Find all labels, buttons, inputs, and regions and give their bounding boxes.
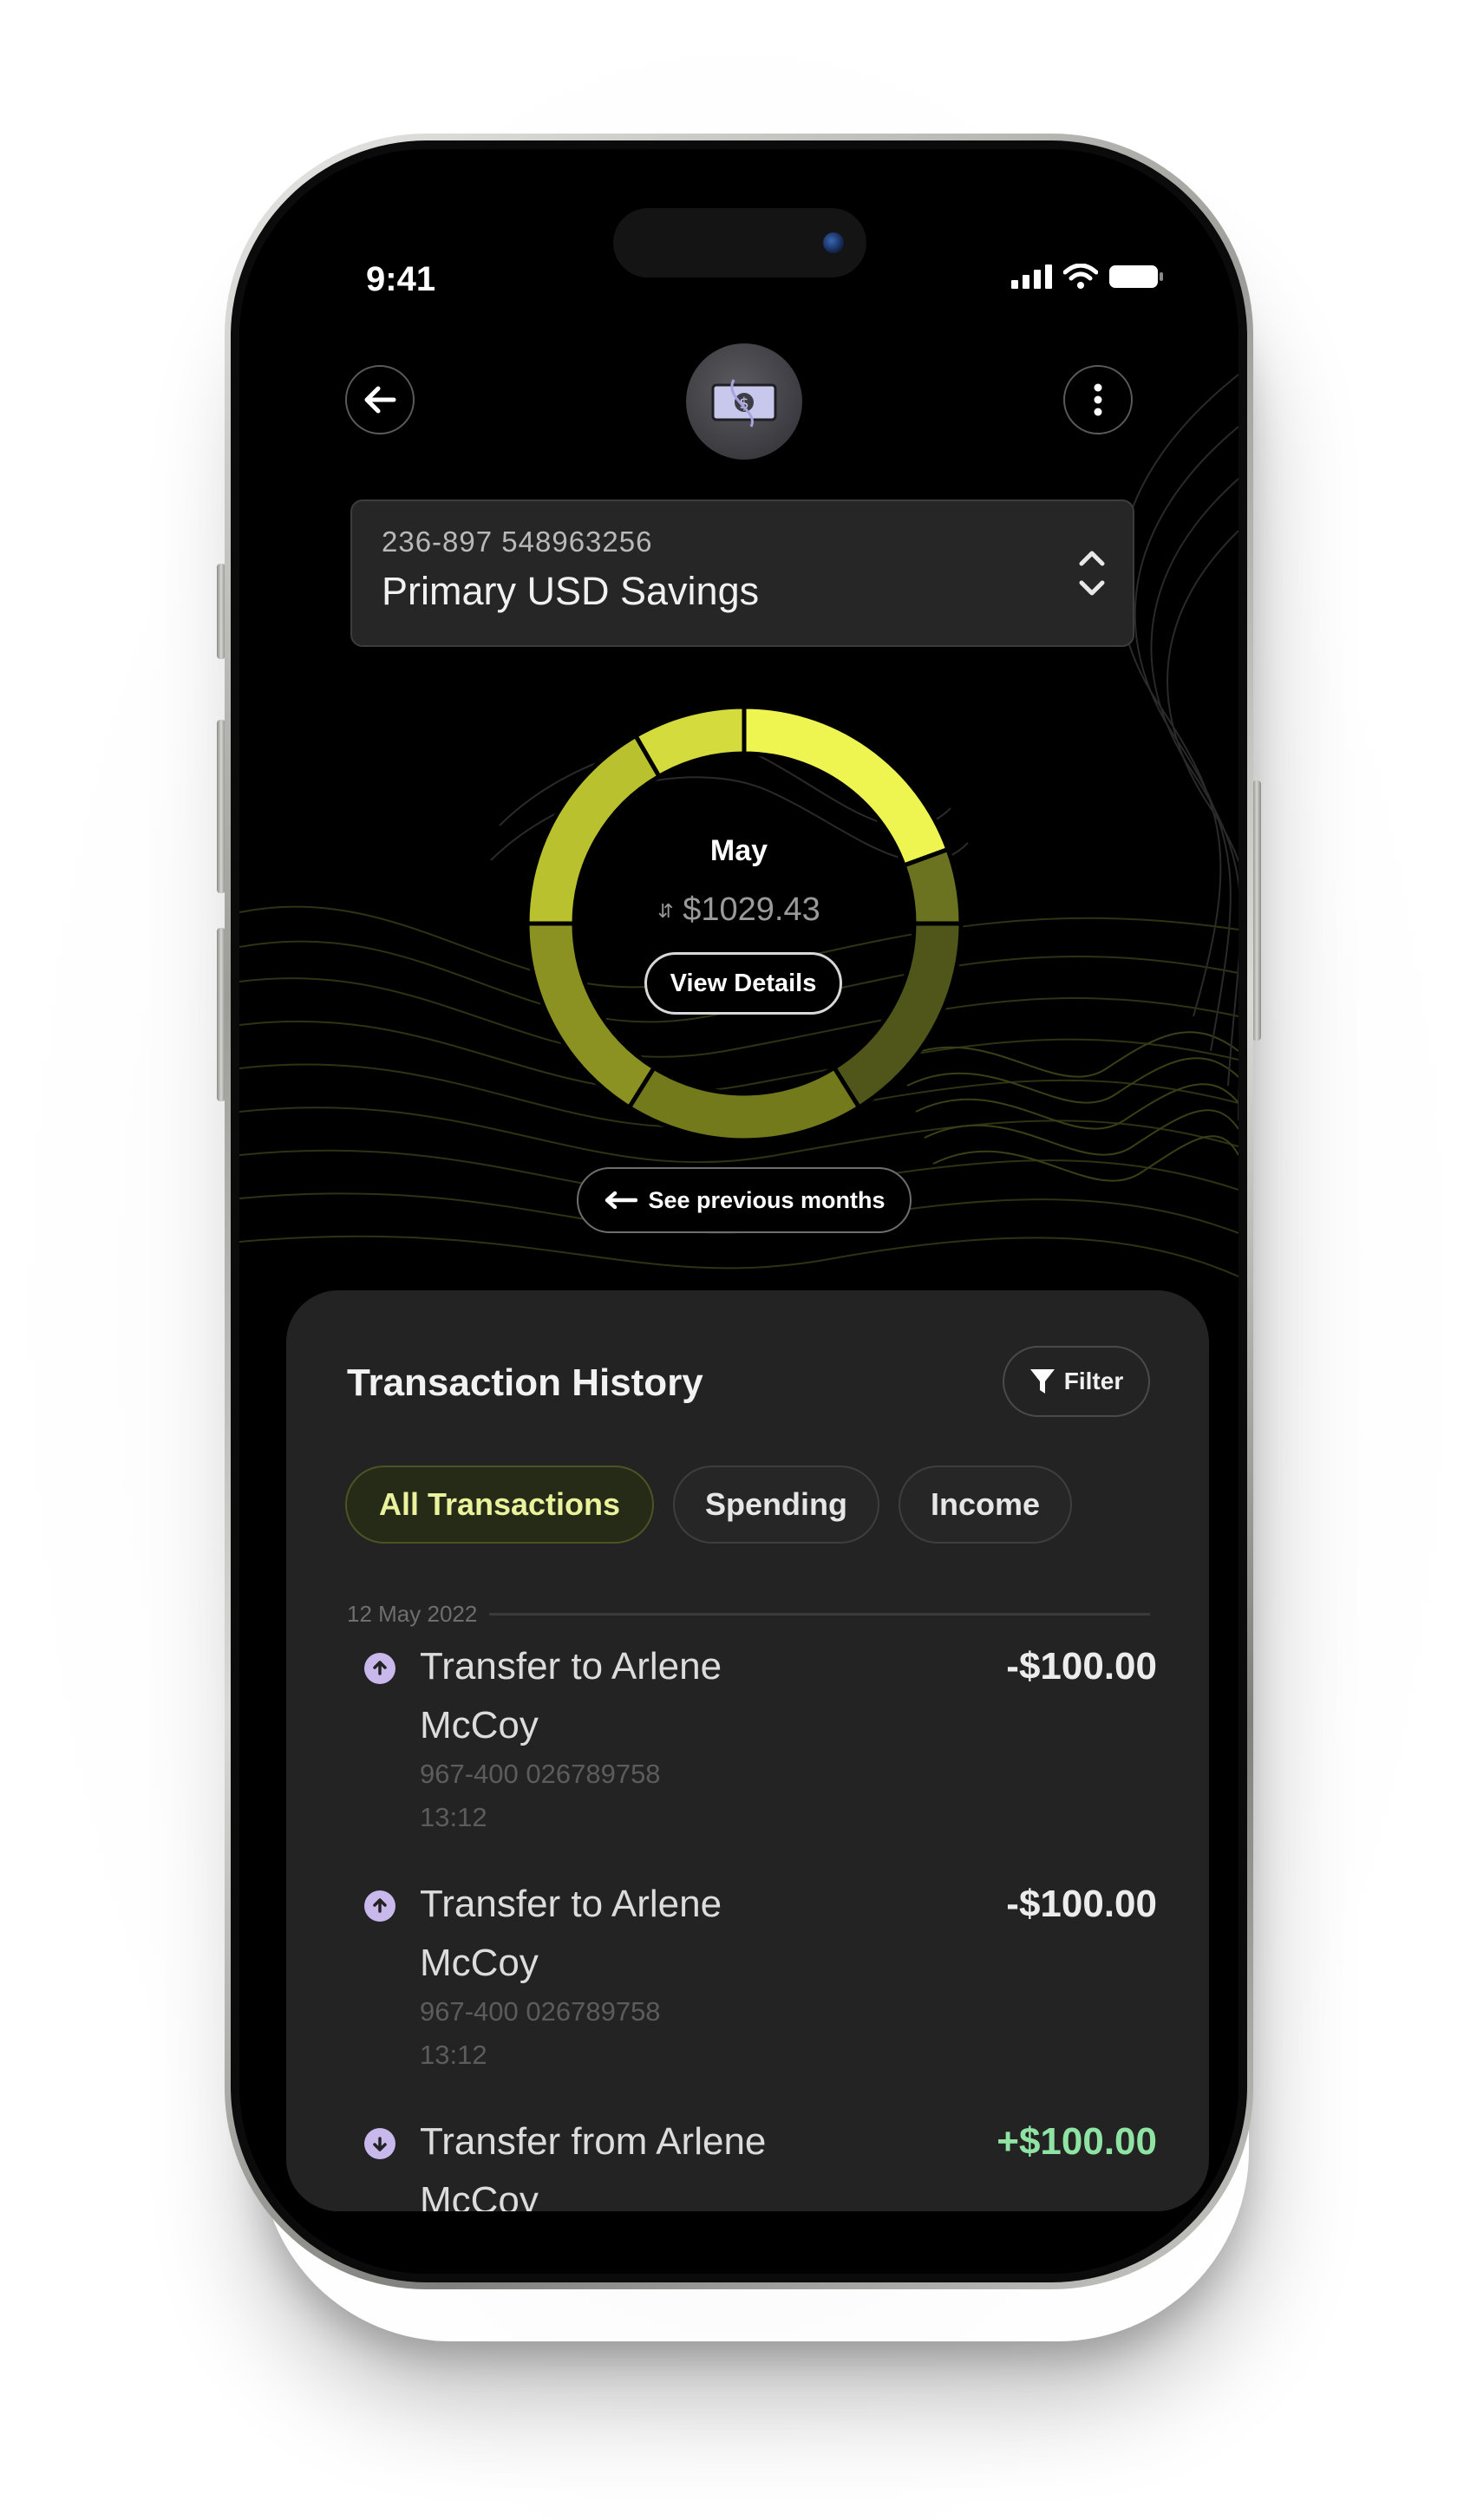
filter-button[interactable]: Filter <box>1003 1346 1150 1417</box>
vertical-dots-icon <box>1094 383 1102 416</box>
tab-all-transactions[interactable]: All Transactions <box>345 1466 654 1544</box>
status-time: 9:41 <box>366 260 436 298</box>
camera-lens <box>823 232 844 253</box>
transaction-title: Transfer from Arlene McCoy <box>420 2120 767 2211</box>
donut-segment[interactable] <box>831 921 964 1111</box>
funnel-icon <box>1029 1369 1055 1394</box>
wifi-icon <box>1063 264 1098 289</box>
arrow-down-circle-icon <box>364 2128 395 2159</box>
transaction-amount: +$100.00 <box>997 2120 1157 2163</box>
arrow-up-circle-icon <box>364 1653 395 1684</box>
tab-income[interactable]: Income <box>899 1466 1072 1544</box>
account-name: Primary USD Savings <box>382 569 760 613</box>
previous-months-label: See previous months <box>648 1186 886 1213</box>
donut-segment[interactable] <box>525 921 657 1111</box>
battery-icon <box>1109 265 1163 288</box>
transaction-time: 13:12 <box>420 1802 487 1832</box>
transaction-amount: -$100.00 <box>1006 1883 1157 1925</box>
transaction-time: 13:12 <box>420 2040 487 2070</box>
account-number: 236-897 548963256 <box>382 526 653 558</box>
donut-amount-value: $1029.43 <box>683 891 820 928</box>
signal-icon <box>1011 264 1052 289</box>
donut-amount: ⇵ $1029.43 <box>239 891 1238 929</box>
date-divider <box>489 1613 1150 1616</box>
date-group-label: 12 May 2022 <box>347 1601 478 1627</box>
donut-segment[interactable] <box>632 704 747 780</box>
status-icons <box>1011 264 1164 290</box>
arrow-left-icon <box>364 386 396 414</box>
back-button[interactable] <box>345 365 415 434</box>
transaction-title: Transfer to Arlene McCoy <box>420 1883 722 1984</box>
donut-segment[interactable] <box>626 1064 862 1143</box>
money-bill-icon: $ <box>711 379 777 428</box>
transaction-title: Transfer to Arlene McCoy <box>420 1645 722 1746</box>
transaction-account: 967-400 026789758 <box>420 1759 661 1789</box>
history-title: Transaction History <box>347 1361 703 1404</box>
transaction-account: 967-400 026789758 <box>420 1996 661 2027</box>
app-screen: 9:41 $ 236-897 548963256 Primary USD Sav… <box>239 149 1238 2274</box>
date-group-header: 12 May 2022 <box>347 1601 1150 1628</box>
chevron-up-down-icon <box>1079 551 1105 596</box>
view-details-button[interactable]: View Details <box>644 952 842 1015</box>
transaction-row[interactable]: Transfer to Arlene McCoy 967-400 0267897… <box>364 1637 1157 1845</box>
more-options-button[interactable] <box>1063 365 1133 434</box>
filter-label: Filter <box>1063 1368 1124 1394</box>
account-avatar: $ <box>686 343 802 460</box>
arrow-up-circle-icon <box>364 1890 395 1922</box>
account-selector[interactable]: 236-897 548963256 Primary USD Savings <box>350 499 1134 647</box>
device-mockup: 9:41 $ 236-897 548963256 Primary USD Sav… <box>0 0 1477 2520</box>
transaction-history-panel: Transaction History Filter All Transacti… <box>286 1290 1209 2211</box>
arrow-left-icon <box>605 1191 638 1210</box>
transaction-amount: -$100.00 <box>1006 1645 1157 1688</box>
transaction-row[interactable]: Transfer to Arlene McCoy 967-400 0267897… <box>364 1875 1157 2083</box>
power-button <box>1252 780 1261 1041</box>
previous-months-button[interactable]: See previous months <box>577 1167 912 1233</box>
currency-sync-icon: ⇵ <box>657 899 674 922</box>
tab-spending[interactable]: Spending <box>673 1466 879 1544</box>
transaction-row[interactable]: Transfer from Arlene McCoy +$100.00 <box>364 2112 1157 2211</box>
dynamic-island <box>613 208 866 277</box>
donut-month-label: May <box>709 834 768 867</box>
